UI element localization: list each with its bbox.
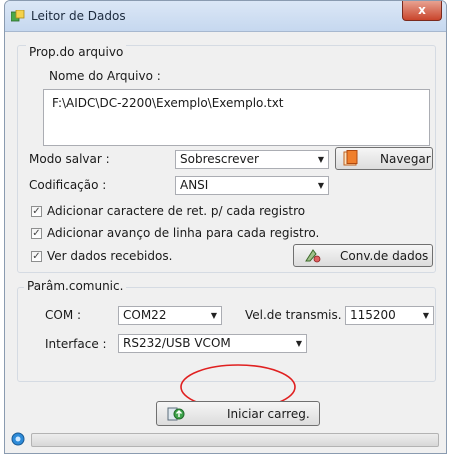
carriage-return-label: Adicionar caractere de ret. p/ cada regi… [47, 204, 306, 218]
interface-select[interactable]: RS232/USB VCOM ▼ [118, 334, 307, 353]
interface-value: RS232/USB VCOM [123, 336, 231, 350]
title-bar[interactable]: Leitor de Dados x [5, 1, 446, 32]
folder-icon [343, 150, 358, 166]
save-mode-value: Sobrescrever [180, 152, 259, 166]
baud-rate-select[interactable]: 115200 ▼ [345, 306, 434, 325]
app-data-icon [11, 10, 25, 22]
show-received-label: Ver dados recebidos. [47, 249, 173, 263]
line-feed-label: Adicionar avanço de linha para cada regi… [47, 226, 320, 240]
chevron-down-icon: ▼ [295, 339, 302, 348]
window-title: Leitor de Dados [31, 9, 126, 23]
com-select[interactable]: COM22 ▼ [118, 306, 222, 325]
filename-value: F:\AIDC\DC-2200\Exemplo\Exemplo.txt [52, 96, 284, 110]
baud-rate-value: 115200 [350, 308, 396, 322]
chevron-down-icon: ▼ [210, 311, 217, 320]
upload-icon [167, 407, 185, 421]
start-upload-button[interactable]: Iniciar carreg. [156, 401, 320, 426]
save-mode-label: Modo salvar : [29, 152, 110, 166]
chevron-down-icon: ▼ [317, 181, 324, 190]
convert-data-label: Conv.de dados [340, 249, 429, 263]
browse-label: Navegar [380, 152, 431, 166]
comm-params-title: Parâm.comunic. [24, 279, 127, 293]
encoding-value: ANSI [180, 178, 209, 192]
interface-label: Interface : [45, 337, 107, 351]
app-window: Leitor de Dados x Prop.do arquivo Nome d… [4, 0, 447, 454]
browse-button[interactable]: Navegar [335, 147, 433, 170]
line-feed-checkbox[interactable]: ✓ [31, 228, 42, 239]
baud-rate-label: Vel.de transmis. [245, 308, 342, 322]
com-label: COM : [45, 308, 82, 322]
show-received-checkbox[interactable]: ✓ [31, 251, 42, 262]
file-properties-title: Prop.do arquivo [26, 45, 127, 59]
chevron-down-icon: ▼ [317, 155, 324, 164]
start-upload-label: Iniciar carreg. [227, 407, 310, 421]
com-value: COM22 [123, 308, 167, 322]
save-mode-select[interactable]: Sobrescrever ▼ [175, 150, 329, 169]
chevron-down-icon: ▼ [422, 311, 429, 320]
encoding-label: Codificação : [29, 178, 107, 192]
progress-bar [31, 433, 439, 447]
convert-icon [305, 249, 321, 263]
filename-label: Nome do Arquivo : [49, 69, 161, 83]
convert-data-button[interactable]: Conv.de dados [293, 244, 433, 267]
encoding-select[interactable]: ANSI ▼ [175, 176, 329, 195]
connection-icon [11, 432, 25, 446]
close-button[interactable]: x [402, 1, 442, 21]
carriage-return-checkbox[interactable]: ✓ [31, 206, 42, 217]
filename-field[interactable]: F:\AIDC\DC-2200\Exemplo\Exemplo.txt [43, 89, 430, 146]
